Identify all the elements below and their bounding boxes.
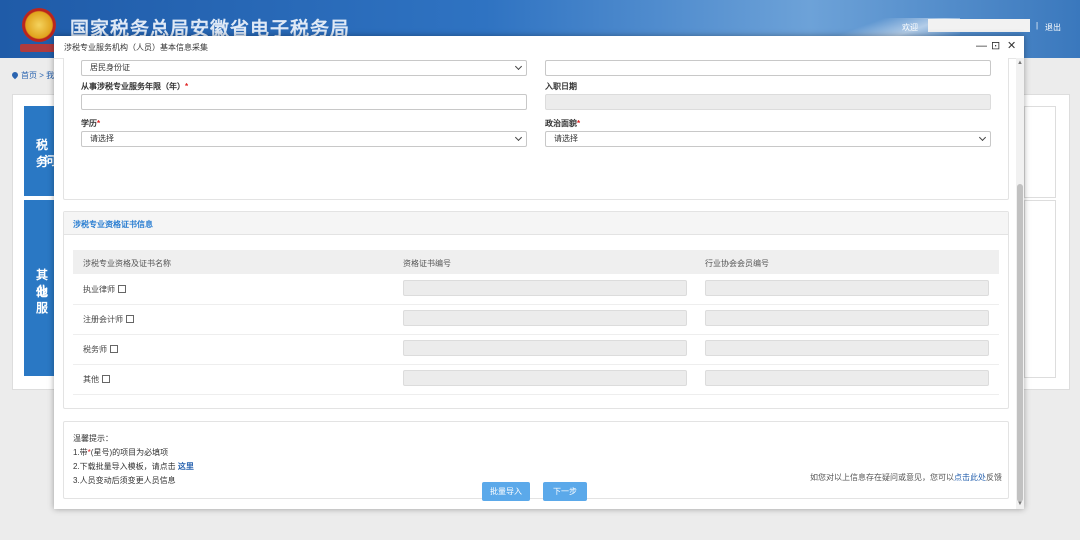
tax-agent-cert-number-input[interactable]: [403, 340, 687, 356]
scrollbar-thumb[interactable]: [1017, 184, 1023, 502]
chevron-down-icon: [514, 133, 523, 142]
col-cert-name: 涉税专业资格及证书名称: [83, 259, 171, 268]
cert-row-label: 执业律师: [83, 284, 126, 295]
table-row: 执业律师: [73, 274, 999, 305]
col-member-number: 行业协会会员编号: [705, 259, 769, 268]
batch-import-button[interactable]: 批量导入: [482, 482, 530, 501]
dialog-title: 涉税专业服务机构（人员）基本信息采集: [64, 43, 208, 52]
other-member-number-input[interactable]: [705, 370, 989, 386]
certificate-section-header: 涉税专业资格证书信息: [64, 212, 1008, 235]
id-type-value: 居民身份证: [90, 63, 130, 72]
welcome-text: 欢迎: [902, 23, 918, 32]
political-status-select[interactable]: 请选择: [545, 131, 991, 147]
next-step-button[interactable]: 下一步: [543, 482, 587, 501]
hints-section: 温馨提示： 1.带*(星号)的项目为必填项 2.下载批量导入模板，请点击 这里 …: [63, 421, 1009, 499]
template-download-link[interactable]: 这里: [178, 462, 194, 471]
hint-line-3: 3.人员变动后须变更人员信息: [73, 476, 176, 485]
hint-line-2: 2.下载批量导入模板，请点击 这里: [73, 462, 194, 471]
info-collection-dialog: 涉税专业服务机构（人员）基本信息采集 — ⊡ ✕ 居民身份证 从事涉税专业服务年…: [54, 36, 1024, 509]
table-row: 其他: [73, 364, 999, 395]
portal-tile-2[interactable]: 其他 业服: [24, 200, 56, 376]
feedback-link[interactable]: 点击此处: [954, 473, 986, 482]
cert-row-label: 注册会计师: [83, 314, 134, 325]
hints-title: 温馨提示：: [73, 434, 113, 443]
tax-agent-member-number-input[interactable]: [705, 340, 989, 356]
lawyer-member-number-input[interactable]: [705, 280, 989, 296]
minimize-icon[interactable]: —: [976, 40, 987, 52]
education-value: 请选择: [90, 134, 114, 143]
logout-link[interactable]: 退出: [1045, 22, 1061, 33]
table-row: 注册会计师: [73, 304, 999, 335]
hint-line-1: 1.带*(星号)的项目为必填项: [73, 448, 169, 457]
location-pin-icon: [10, 70, 20, 80]
required-mark: *: [97, 119, 101, 128]
header-separator: |: [1036, 21, 1039, 30]
scroll-down-icon[interactable]: ▼: [1017, 501, 1023, 507]
certificate-section-title: 涉税专业资格证书信息: [73, 220, 153, 229]
feedback-text: 如您对以上信息存在疑问或意见，您可以点击此处反馈: [810, 473, 1002, 482]
portal-right-tile-2[interactable]: [1024, 200, 1056, 378]
cpa-checkbox[interactable]: [126, 315, 134, 323]
chevron-down-icon: [514, 62, 523, 71]
cert-row-label: 其他: [83, 374, 110, 385]
close-icon[interactable]: ✕: [1007, 40, 1016, 52]
other-checkbox[interactable]: [102, 375, 110, 383]
service-years-input[interactable]: [81, 94, 527, 110]
cert-row-label: 税务师: [83, 344, 118, 355]
tile-2-text2: 业服: [36, 284, 49, 315]
cpa-cert-number-input[interactable]: [403, 310, 687, 326]
political-status-value: 请选择: [554, 134, 578, 143]
chevron-down-icon: [978, 133, 987, 142]
hire-date-label: 入职日期: [545, 82, 577, 91]
portal-tile-1[interactable]: 税务 问: [24, 106, 56, 196]
breadcrumb: 首页 > 我: [10, 70, 55, 81]
required-mark: *: [577, 119, 581, 128]
portal-right-tile-1[interactable]: [1024, 106, 1056, 198]
lawyer-checkbox[interactable]: [118, 285, 126, 293]
tax-emblem-icon: [22, 8, 56, 42]
years-label: 从事涉税专业服务年限（年）*: [81, 82, 189, 91]
id-number-input[interactable]: [545, 60, 991, 76]
other-cert-number-input[interactable]: [403, 370, 687, 386]
scroll-up-icon[interactable]: ▲: [1017, 60, 1023, 66]
education-label: 学历*: [81, 119, 101, 128]
col-cert-number: 资格证书编号: [403, 259, 451, 268]
breadcrumb-home[interactable]: 首页: [21, 71, 37, 80]
lawyer-cert-number-input[interactable]: [403, 280, 687, 296]
basic-info-section: 居民身份证 从事涉税专业服务年限（年）* 入职日期 学历* 请选择 政治面貌* …: [63, 58, 1009, 200]
user-name-field: [928, 19, 1030, 32]
certificate-section: 涉税专业资格证书信息 涉税专业资格及证书名称 资格证书编号 行业协会会员编号 执…: [63, 211, 1009, 409]
dialog-header: 涉税专业服务机构（人员）基本信息采集 — ⊡ ✕: [54, 36, 1024, 59]
certificate-table-header: 涉税专业资格及证书名称 资格证书编号 行业协会会员编号: [73, 250, 999, 274]
id-type-select[interactable]: 居民身份证: [81, 60, 527, 76]
tax-agent-checkbox[interactable]: [110, 345, 118, 353]
education-select[interactable]: 请选择: [81, 131, 527, 147]
dialog-scrollbar[interactable]: ▲ ▼: [1016, 58, 1024, 509]
dialog-body: 居民身份证 从事涉税专业服务年限（年）* 入职日期 学历* 请选择 政治面貌* …: [54, 58, 1016, 509]
breadcrumb-next: > 我: [39, 71, 55, 80]
cpa-member-number-input[interactable]: [705, 310, 989, 326]
hire-date-input[interactable]: [545, 94, 991, 110]
maximize-icon[interactable]: ⊡: [991, 40, 1000, 52]
political-status-label: 政治面貌*: [545, 119, 581, 128]
required-mark: *: [185, 82, 189, 91]
table-row: 税务师: [73, 334, 999, 365]
